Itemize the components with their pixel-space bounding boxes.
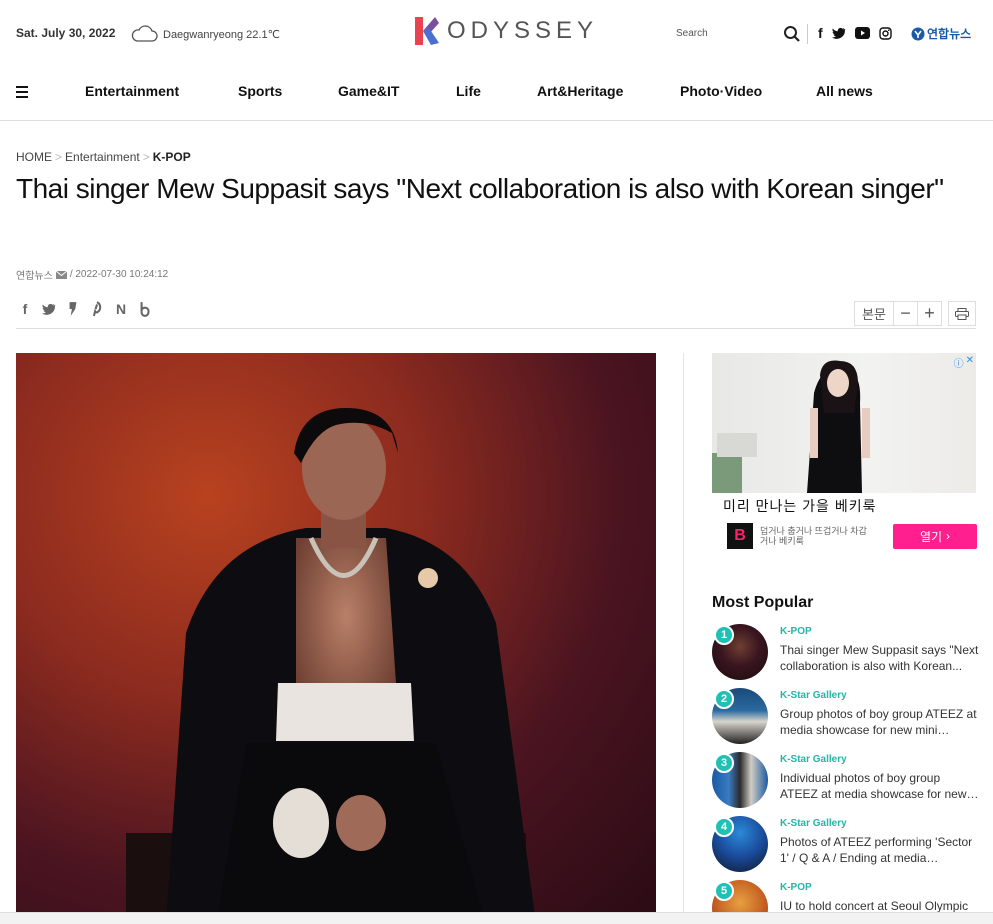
- email-icon[interactable]: [55, 270, 67, 279]
- main-nav: Entertainment Sports Game&IT Life Art&He…: [0, 68, 993, 121]
- header-divider: [16, 328, 976, 329]
- ad-info-icon[interactable]: ⓘ: [954, 355, 964, 370]
- top-bar: Sat. July 30, 2022 Daegwanryeong 22.1℃ O…: [0, 0, 993, 68]
- breadcrumb: HOME > Entertainment > K-POP: [16, 150, 191, 164]
- logo-text: ODYSSEY: [447, 17, 599, 44]
- share-band-icon[interactable]: [138, 301, 152, 317]
- popular-category[interactable]: K-POP: [780, 626, 812, 637]
- breadcrumb-kpop[interactable]: K-POP: [153, 150, 191, 164]
- nav-all-news[interactable]: All news: [816, 83, 873, 99]
- share-kakaostory-icon[interactable]: [66, 301, 80, 317]
- nav-art-heritage[interactable]: Art&Heritage: [537, 83, 623, 99]
- share-bar: f N: [18, 301, 152, 317]
- article-tools: 본문 − +: [854, 301, 976, 326]
- share-facebook-icon[interactable]: f: [18, 301, 32, 317]
- popular-item[interactable]: 2 K-Star Gallery Group photos of boy gro…: [712, 688, 982, 748]
- ad-info[interactable]: ⓘ ✕: [954, 355, 974, 370]
- nav-sports[interactable]: Sports: [238, 83, 282, 99]
- yonhap-logo[interactable]: 연합뉴스: [911, 25, 971, 42]
- site-logo[interactable]: ODYSSEY: [413, 15, 598, 47]
- ad-close-icon[interactable]: ✕: [966, 355, 974, 370]
- popular-headline[interactable]: Photos of ATEEZ performing 'Sector 1' / …: [780, 834, 980, 866]
- ad-title[interactable]: 미리 만나는 가을 베키룩: [712, 496, 976, 516]
- nav-game-it[interactable]: Game&IT: [338, 83, 399, 99]
- publish-datetime: / 2022-07-30 10:24:12: [69, 269, 169, 280]
- ad-banner[interactable]: ⓘ ✕ 미리 만나는 가을 베키룩 B 덥거나 춥거나 뜨겁거나 차갑거나 베키…: [712, 353, 977, 553]
- font-increase-button[interactable]: +: [918, 301, 942, 326]
- popular-rank: 4: [714, 817, 734, 837]
- popular-rank: 5: [714, 881, 734, 901]
- popular-category[interactable]: K-Star Gallery: [780, 818, 847, 829]
- yonhap-text: 연합뉴스: [927, 27, 972, 41]
- popular-rank: 3: [714, 753, 734, 773]
- popular-category[interactable]: K-Star Gallery: [780, 754, 847, 765]
- share-twitter-icon[interactable]: [42, 301, 56, 317]
- bottom-bar: [0, 912, 993, 924]
- search-icon[interactable]: [783, 25, 801, 48]
- popular-headline[interactable]: Thai singer Mew Suppasit says "Next coll…: [780, 642, 980, 674]
- current-date: Sat. July 30, 2022: [16, 26, 116, 40]
- instagram-icon[interactable]: [878, 26, 892, 40]
- popular-headline[interactable]: Group photos of boy group ATEEZ at media…: [780, 706, 980, 738]
- ad-image[interactable]: ⓘ ✕: [712, 353, 976, 493]
- popular-category[interactable]: K-Star Gallery: [780, 690, 847, 701]
- social-links: f: [818, 25, 892, 41]
- popular-item[interactable]: 1 K-POP Thai singer Mew Suppasit says "N…: [712, 624, 982, 684]
- print-icon: [955, 307, 969, 320]
- print-button[interactable]: [948, 301, 976, 326]
- column-divider: [683, 353, 684, 924]
- article-main-image: [16, 353, 656, 924]
- chevron-right-icon: ›: [946, 529, 951, 543]
- popular-rank: 1: [714, 625, 734, 645]
- weather-widget: Daegwanryeong 22.1℃: [130, 25, 280, 43]
- ad-open-label: 열기: [919, 529, 943, 544]
- youtube-icon[interactable]: [854, 27, 870, 39]
- facebook-icon[interactable]: f: [818, 25, 823, 41]
- breadcrumb-home[interactable]: HOME: [16, 150, 52, 164]
- logo-k-icon: [415, 17, 439, 45]
- text-size-label: 본문: [854, 301, 894, 326]
- search-input[interactable]: Search: [676, 28, 708, 39]
- twitter-icon[interactable]: [831, 27, 846, 39]
- byline: 연합뉴스 / 2022-07-30 10:24:12: [16, 267, 168, 282]
- font-decrease-button[interactable]: −: [894, 301, 918, 326]
- popular-category[interactable]: K-POP: [780, 882, 812, 893]
- share-pinterest-icon[interactable]: [90, 301, 104, 317]
- article-title: Thai singer Mew Suppasit says "Next coll…: [16, 173, 944, 204]
- menu-icon[interactable]: [16, 86, 28, 101]
- breadcrumb-entertainment[interactable]: Entertainment: [65, 150, 140, 164]
- nav-life[interactable]: Life: [456, 83, 481, 99]
- ad-description: 덥거나 춥거나 뜨겁거나 차갑거나 베키룩: [760, 526, 867, 546]
- popular-item[interactable]: 3 K-Star Gallery Individual photos of bo…: [712, 752, 982, 812]
- weather-text: Daegwanryeong 22.1℃: [163, 28, 280, 41]
- ad-brand-logo[interactable]: B: [727, 523, 753, 549]
- most-popular-title: Most Popular: [712, 594, 814, 611]
- popular-headline[interactable]: Individual photos of boy group ATEEZ at …: [780, 770, 980, 802]
- share-naver-icon[interactable]: N: [114, 301, 128, 317]
- ad-open-button[interactable]: 열기 ›: [893, 523, 977, 549]
- text-size-text: 본문: [862, 307, 886, 322]
- ad-footer: B 덥거나 춥거나 뜨겁거나 차갑거나 베키룩 열기 ›: [727, 523, 977, 549]
- cloud-icon: [131, 25, 158, 42]
- divider: [807, 24, 808, 44]
- nav-entertainment[interactable]: Entertainment: [85, 83, 179, 99]
- nav-photo-video[interactable]: Photo·Video: [680, 83, 762, 99]
- yonhap-icon: [911, 27, 925, 40]
- popular-rank: 2: [714, 689, 734, 709]
- author: 연합뉴스: [16, 271, 53, 282]
- popular-item[interactable]: 4 K-Star Gallery Photos of ATEEZ perform…: [712, 816, 982, 876]
